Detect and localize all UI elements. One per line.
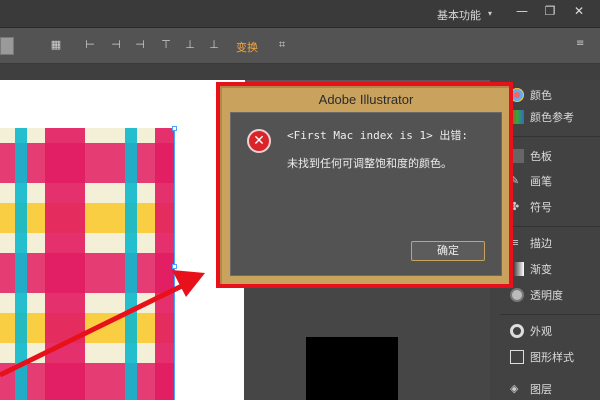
panel-item-swatches[interactable]: 色板 <box>510 145 600 167</box>
panel-item-gradient[interactable]: 渐变 <box>510 258 600 280</box>
selection-handle[interactable] <box>172 264 177 269</box>
transparency-icon <box>510 288 524 302</box>
panel-item-transparency[interactable]: 透明度 <box>510 284 600 306</box>
panel-item-graphic-styles[interactable]: 图形样式 <box>510 346 600 368</box>
align-middle-icon[interactable]: ⊥ <box>182 38 198 52</box>
document-tab-strip <box>0 64 600 80</box>
align-top-icon[interactable]: ⊤ <box>158 38 174 52</box>
align-right-icon[interactable]: ⊣ <box>132 38 148 52</box>
restore-icon[interactable]: ❐ <box>535 2 565 20</box>
align-grid-icon[interactable]: ▦ <box>48 38 64 52</box>
panel-menu-icon[interactable]: ≡ <box>576 38 584 49</box>
transform-link[interactable]: 变换 <box>236 39 258 55</box>
panel-divider <box>500 136 600 137</box>
panel-item-brushes[interactable]: ✎ 画笔 <box>510 170 600 192</box>
isolate-icon[interactable]: ⌗ <box>274 38 290 52</box>
minimize-icon[interactable]: — <box>507 2 537 20</box>
panel-item-layers[interactable]: ◈ 图层 <box>510 378 600 400</box>
align-left-icon[interactable]: ⊢ <box>82 38 98 52</box>
selection-handle[interactable] <box>172 126 177 131</box>
panel-item-symbols[interactable]: ✤ 符号 <box>510 196 600 218</box>
panel-divider <box>500 226 600 227</box>
panel-divider <box>500 314 600 315</box>
panel-item-appearance[interactable]: 外观 <box>510 320 600 342</box>
chevron-down-icon[interactable]: ▾ <box>488 9 496 18</box>
black-shape <box>306 337 398 400</box>
close-icon[interactable]: ✕ <box>564 2 594 20</box>
title-bar: 基本功能 ▾ — ❐ ✕ <box>0 0 600 28</box>
panel-item-color-guide[interactable]: 颜色参考 <box>510 106 600 128</box>
workspace-switcher[interactable]: 基本功能 <box>437 7 481 23</box>
panel-item-stroke[interactable]: ≡ 描边 <box>510 232 600 254</box>
align-bottom-icon[interactable]: ⊥ <box>206 38 222 52</box>
highlight-box <box>216 82 513 288</box>
layers-icon: ◈ <box>510 382 519 395</box>
appearance-icon <box>510 324 524 338</box>
control-bar: ▦ ⊢ ⊣ ⊣ ⊤ ⊥ ⊥ 变换 ⌗ ≡ <box>0 28 600 64</box>
align-center-icon[interactable]: ⊣ <box>108 38 124 52</box>
pattern-artwork[interactable] <box>0 128 175 400</box>
fill-swatch[interactable] <box>0 37 14 55</box>
panel-item-color[interactable]: 颜色 <box>510 84 600 106</box>
graphic-styles-icon <box>510 350 524 364</box>
